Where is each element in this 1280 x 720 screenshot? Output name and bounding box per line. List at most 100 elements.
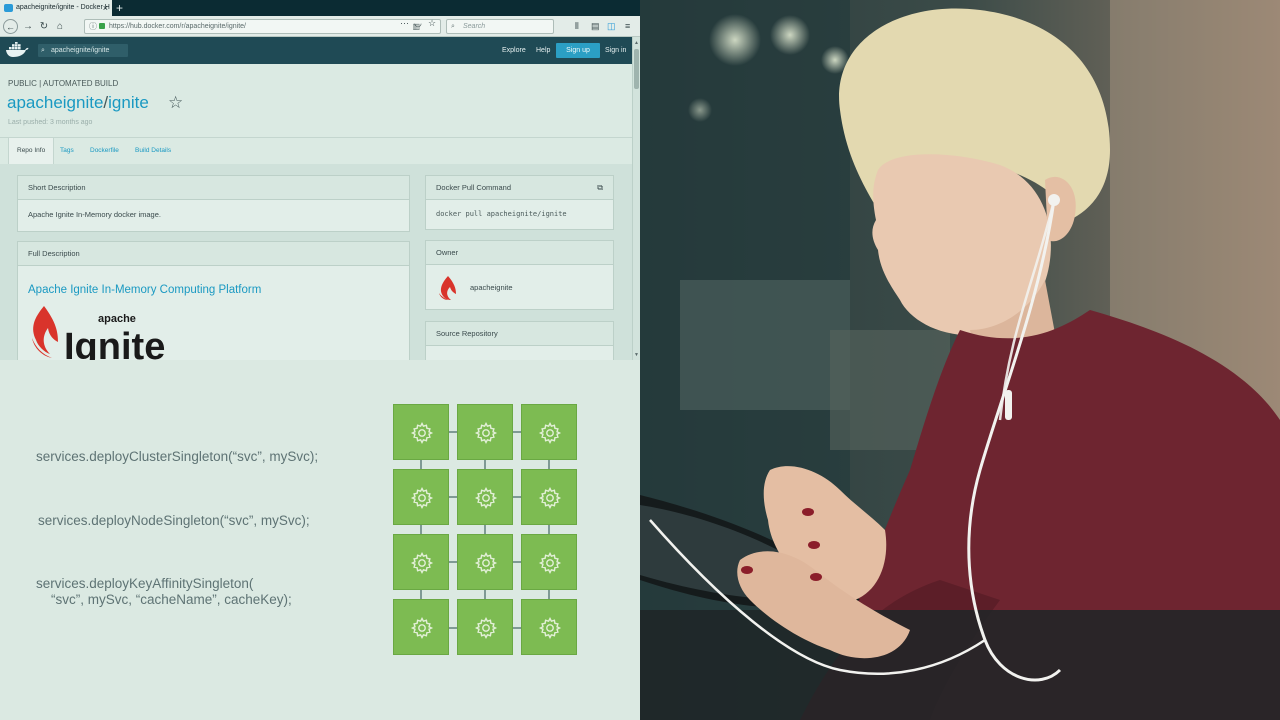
- scroll-down-icon[interactable]: ▼: [634, 352, 639, 358]
- code-line-cluster-singleton: services.deployClusterSingleton(“svc”, m…: [36, 449, 319, 464]
- photo-illustration: [640, 0, 1280, 720]
- gear-icon: [410, 551, 434, 575]
- browser-window: apacheignite/ignite - Docker H × + ← → ↻…: [0, 0, 640, 360]
- lock-icon: [99, 23, 105, 29]
- repo-kind: PUBLIC | AUTOMATED BUILD: [8, 79, 119, 88]
- full-description-heading: Apache Ignite In-Memory Computing Platfo…: [28, 284, 262, 296]
- tab-build-details[interactable]: Build Details: [127, 138, 179, 164]
- library-icon[interactable]: ⫴: [575, 19, 579, 34]
- repo-header: PUBLIC | AUTOMATED BUILD apacheignite/ig…: [0, 64, 632, 138]
- docker-search-value: apacheignite/ignite: [51, 47, 110, 54]
- scroll-thumb[interactable]: [634, 49, 639, 89]
- full-description-body: Apache Ignite In-Memory Computing Platfo…: [18, 266, 409, 306]
- logo-ignite-text: Ignite: [64, 326, 165, 360]
- page-actions-icon[interactable]: ···: [400, 18, 409, 28]
- owner-avatar[interactable]: [436, 275, 462, 301]
- reload-button[interactable]: ↻: [38, 19, 50, 34]
- browser-search-input[interactable]: ⌕ Search: [446, 19, 554, 34]
- explore-link[interactable]: Explore: [502, 44, 526, 57]
- docker-search-input[interactable]: ⌕ apacheignite/ignite: [38, 44, 128, 57]
- code-line-key-affinity-args: “svc”, mySvc, “cacheName”, cacheKey);: [36, 592, 292, 607]
- info-icon[interactable]: ⓘ: [89, 20, 97, 33]
- pocket-icon[interactable]: ◡: [414, 18, 422, 29]
- bookmark-star-icon[interactable]: ☆: [428, 18, 436, 29]
- pull-command-title: Docker Pull Command: [436, 183, 512, 192]
- sign-in-link[interactable]: Sign in: [605, 44, 626, 57]
- url-text: https://hub.docker.com/r/apacheignite/ig…: [109, 23, 246, 30]
- pull-command-panel: Docker Pull Command ⧉ docker pull apache…: [425, 175, 614, 230]
- service-node: [521, 469, 577, 525]
- service-node: [393, 599, 449, 655]
- search-icon: ⌕: [41, 47, 45, 54]
- home-button[interactable]: ⌂: [54, 19, 66, 34]
- scroll-up-icon[interactable]: ▲: [634, 40, 639, 46]
- browser-toolbar: ← → ↻ ⌂ ⓘ https://hub.docker.com/r/apach…: [0, 16, 640, 37]
- new-tab-button[interactable]: +: [116, 0, 123, 16]
- source-repository-title: Source Repository: [426, 322, 613, 346]
- tab-bar: apacheignite/ignite - Docker H × +: [0, 0, 640, 16]
- repo-namespace-link[interactable]: apacheignite: [7, 93, 103, 112]
- last-pushed: Last pushed: 3 months ago: [8, 119, 93, 126]
- service-node: [393, 534, 449, 590]
- tab-tags[interactable]: Tags: [52, 138, 82, 164]
- copy-icon[interactable]: ⧉: [597, 176, 603, 200]
- docker-whale-icon[interactable]: [5, 42, 29, 58]
- gear-icon: [410, 421, 434, 445]
- browser-tab[interactable]: apacheignite/ignite - Docker H ×: [0, 0, 112, 16]
- cluster-node-grid: [393, 404, 579, 656]
- service-node: [521, 534, 577, 590]
- service-node: [393, 469, 449, 525]
- tab-dockerfile[interactable]: Dockerfile: [82, 138, 127, 164]
- gear-icon: [474, 551, 498, 575]
- service-node: [521, 404, 577, 460]
- sidebar-icon[interactable]: ▤: [591, 19, 600, 34]
- service-node: [457, 534, 513, 590]
- full-description-panel: Full Description Apache Ignite In-Memory…: [17, 241, 410, 360]
- gear-icon: [538, 551, 562, 575]
- owner-name-link[interactable]: apacheignite: [470, 283, 513, 292]
- owner-panel: Owner apacheignite: [425, 240, 614, 310]
- gear-icon: [410, 616, 434, 640]
- short-description-panel: Short Description Apache Ignite In-Memor…: [17, 175, 410, 232]
- service-node: [457, 599, 513, 655]
- tab-title: apacheignite/ignite - Docker H: [16, 4, 110, 11]
- pull-command-text[interactable]: docker pull apacheignite/ignite: [426, 200, 613, 228]
- url-bar[interactable]: ⓘ https://hub.docker.com/r/apacheignite/…: [84, 19, 441, 34]
- short-description-text: Apache Ignite In-Memory docker image.: [28, 210, 161, 219]
- service-node: [457, 469, 513, 525]
- repo-name-link[interactable]: ignite: [108, 93, 149, 112]
- repo-title: apacheignite/ignite: [7, 93, 149, 113]
- short-description-title: Short Description: [18, 176, 409, 200]
- full-description-title: Full Description: [18, 242, 409, 266]
- close-tab-icon[interactable]: ×: [103, 0, 108, 16]
- apache-ignite-logo: apache Ignite: [32, 306, 165, 360]
- forward-button[interactable]: →: [22, 19, 34, 34]
- source-repository-panel: Source Repository: [425, 321, 614, 360]
- star-icon[interactable]: ☆: [168, 93, 183, 113]
- menu-icon[interactable]: ≡: [625, 19, 630, 34]
- sign-up-button[interactable]: Sign up: [556, 43, 600, 58]
- gear-icon: [538, 486, 562, 510]
- owner-body: apacheignite: [426, 265, 613, 300]
- gear-icon: [538, 616, 562, 640]
- back-button[interactable]: ←: [3, 19, 18, 34]
- page-scrollbar[interactable]: ▲ ▼: [632, 37, 640, 360]
- tab-repo-info[interactable]: Repo Info: [8, 138, 55, 164]
- docker-header: ⌕ apacheignite/ignite Explore Help Sign …: [0, 37, 640, 64]
- help-link[interactable]: Help: [536, 44, 550, 57]
- gear-icon: [474, 421, 498, 445]
- service-node: [521, 599, 577, 655]
- pocket-toolbar-icon[interactable]: ◫: [607, 19, 616, 34]
- search-icon: ⌕: [451, 23, 455, 30]
- owner-title: Owner: [426, 241, 613, 265]
- slide-code-area: services.deployClusterSingleton(“svc”, m…: [0, 360, 640, 720]
- repo-tabs: Repo Info Tags Dockerfile Build Details: [0, 138, 632, 164]
- repo-body: Short Description Apache Ignite In-Memor…: [0, 164, 632, 360]
- service-node: [393, 404, 449, 460]
- gear-icon: [538, 421, 562, 445]
- code-line-key-affinity-singleton: services.deployKeyAffinitySingleton(: [36, 576, 254, 591]
- gear-icon: [410, 486, 434, 510]
- logo-apache-text: apache: [98, 313, 136, 325]
- service-node: [457, 404, 513, 460]
- gear-icon: [474, 486, 498, 510]
